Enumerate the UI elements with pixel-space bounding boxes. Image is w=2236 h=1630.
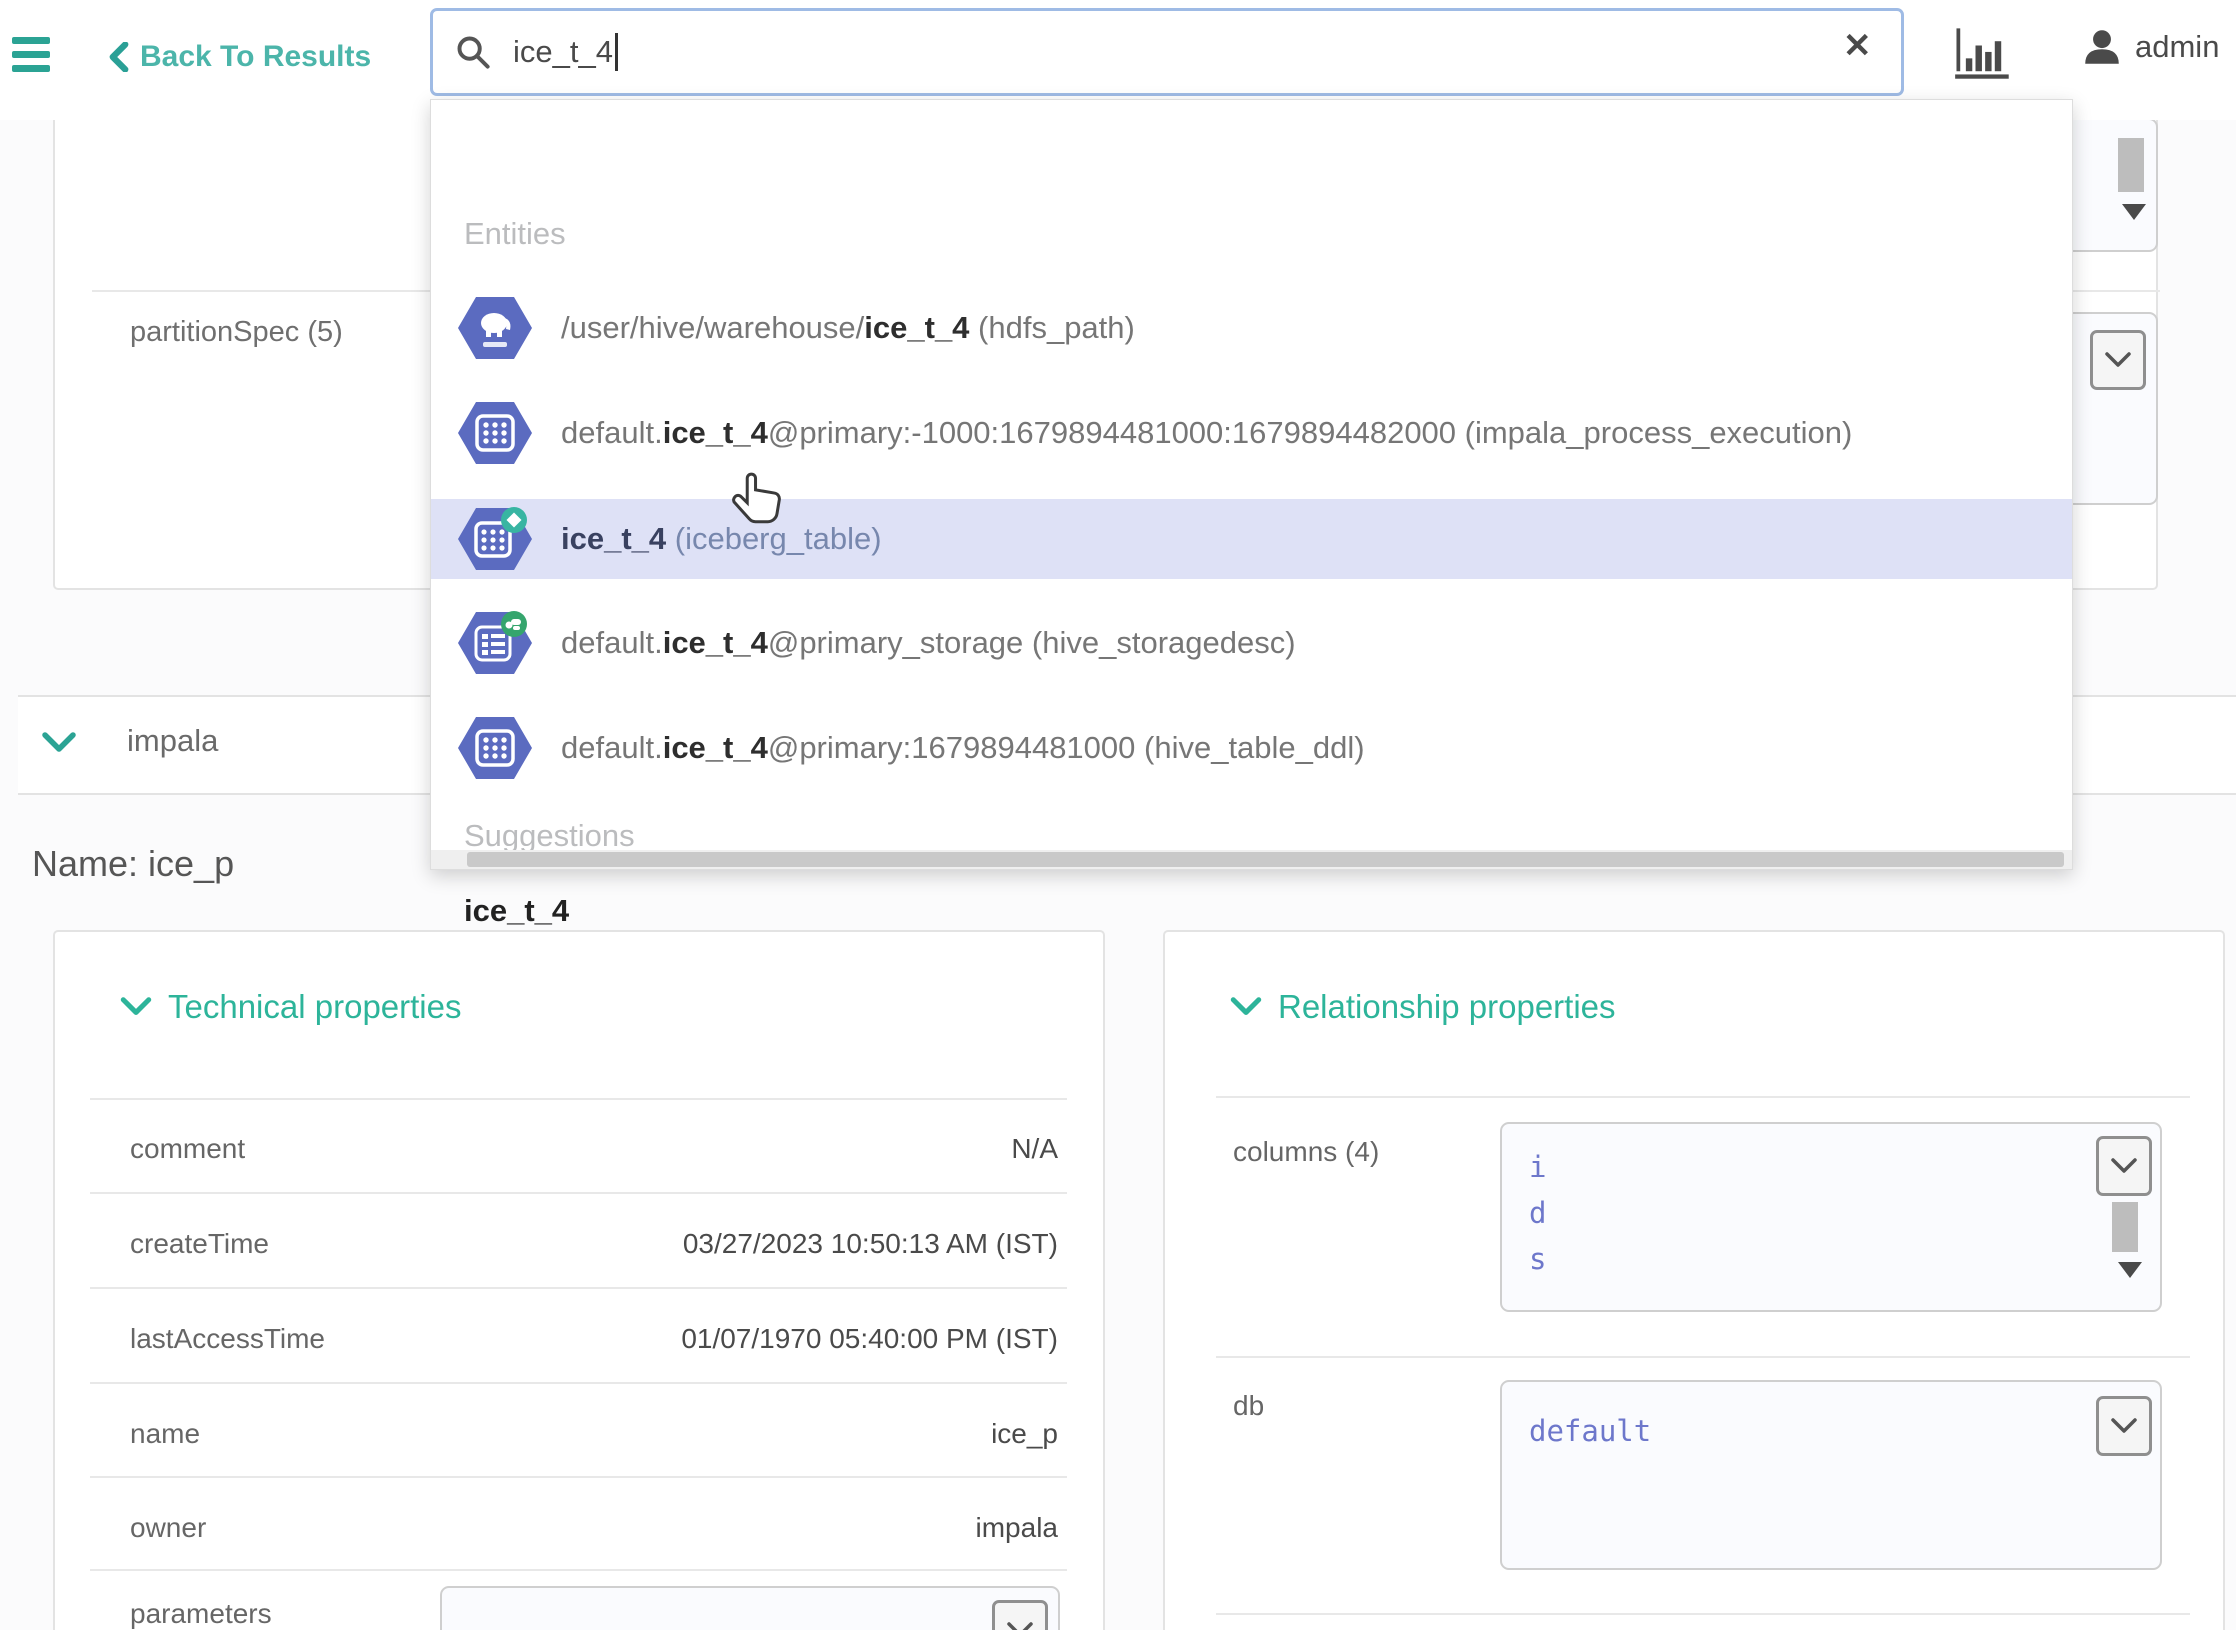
user-menu[interactable]: admin <box>2083 28 2219 66</box>
chevron-down-icon <box>1007 1622 1033 1630</box>
chevron-left-icon <box>108 42 130 72</box>
text-caret <box>615 33 618 71</box>
prop-value: impala <box>658 1512 1058 1544</box>
search-input[interactable]: ice_t_4 <box>430 8 1904 96</box>
table-entity-icon <box>456 399 534 467</box>
divider <box>1216 1356 2190 1358</box>
entity-result-hive-table-ddl[interactable]: default.ice_t_4@primary:1679894481000 (h… <box>431 708 2072 788</box>
divider <box>1216 1096 2190 1098</box>
entity-text-prefix: /user/hive/warehouse/ <box>561 310 864 345</box>
columns-label: columns (4) <box>1233 1136 1379 1168</box>
search-suggestions-dropdown: Entities /user/hive/warehouse/ice_t_4 (h… <box>430 99 2073 870</box>
chevron-down-icon <box>42 732 76 754</box>
technical-properties-header[interactable]: Technical properties <box>120 988 462 1026</box>
prop-label: name <box>130 1418 200 1450</box>
chevron-down-icon <box>120 997 152 1017</box>
scrollbar-thumb[interactable] <box>467 852 2064 867</box>
scroll-down-arrow[interactable] <box>2122 204 2146 220</box>
divider <box>90 1569 1067 1571</box>
horizontal-scrollbar[interactable] <box>431 850 2072 869</box>
entity-text-match: ice_t_4 <box>561 521 666 556</box>
db-value[interactable]: default <box>1529 1408 1651 1454</box>
divider <box>90 1192 1067 1194</box>
divider <box>90 1287 1067 1289</box>
scrollbar-thumb[interactable] <box>2112 1202 2138 1252</box>
prop-label: comment <box>130 1133 245 1165</box>
db-label: db <box>1233 1390 1264 1422</box>
impala-section-label: impala <box>127 723 218 759</box>
chevron-down-icon <box>2111 1158 2137 1174</box>
scrollbar-thumb[interactable] <box>2118 138 2144 192</box>
prop-label: owner <box>130 1512 206 1544</box>
entity-text-match: ice_t_4 <box>663 625 768 660</box>
relationship-properties-title: Relationship properties <box>1278 988 1616 1026</box>
hdfs-entity-icon <box>456 294 534 362</box>
expand-listbox-button[interactable] <box>2096 1136 2152 1196</box>
prop-value: ice_p <box>658 1418 1058 1450</box>
storagedesc-entity-icon <box>456 609 534 677</box>
prop-label: createTime <box>130 1228 269 1260</box>
entity-text-prefix: default. <box>561 730 663 765</box>
entity-text-suffix: @primary_storage (hive_storagedesc) <box>768 625 1296 660</box>
column-item[interactable]: i <box>1529 1144 1546 1190</box>
entity-text-prefix: default. <box>561 415 663 450</box>
entity-text-match: ice_t_4 <box>864 310 969 345</box>
username-label: admin <box>2135 29 2219 65</box>
divider <box>90 1382 1067 1384</box>
expand-listbox-button[interactable] <box>2090 330 2146 390</box>
technical-properties-title: Technical properties <box>168 988 462 1026</box>
entity-text-suffix: @primary:-1000:1679894481000:16798944820… <box>768 415 1853 450</box>
relationship-properties-header[interactable]: Relationship properties <box>1230 988 1616 1026</box>
entity-text-match: ice_t_4 <box>663 730 768 765</box>
suggestions-section-header: Suggestions <box>464 818 635 854</box>
db-listbox[interactable]: default <box>1500 1380 2162 1570</box>
search-icon <box>455 34 491 70</box>
partition-spec-label: partitionSpec (5) <box>130 316 343 349</box>
parameters-listbox[interactable] <box>440 1586 1060 1630</box>
back-to-results-link[interactable]: Back To Results <box>108 40 371 74</box>
table-entity-icon <box>456 714 534 782</box>
bar-chart-icon[interactable] <box>1953 26 2013 80</box>
iceberg-table-entity-icon <box>456 505 534 573</box>
search-value: ice_t_4 <box>513 34 613 70</box>
expand-listbox-button[interactable] <box>992 1600 1048 1630</box>
entity-result-hive-storagedesc[interactable]: default.ice_t_4@primary_storage (hive_st… <box>431 603 2072 683</box>
mouse-cursor-pointer <box>728 470 784 530</box>
divider <box>90 1476 1067 1478</box>
chevron-down-icon <box>2105 352 2131 368</box>
prop-value: N/A <box>658 1133 1058 1165</box>
data-catalog-page: partitionSpec (5) impala Name: ice_p Tec… <box>0 0 2236 1630</box>
expand-listbox-button[interactable] <box>2096 1396 2152 1456</box>
prop-label: parameters <box>130 1598 272 1630</box>
prop-label: lastAccessTime <box>130 1323 325 1355</box>
entity-text-prefix: default. <box>561 625 663 660</box>
suggestion-item[interactable]: ice_t_4 <box>464 893 569 929</box>
prop-value: 03/27/2023 10:50:13 AM (IST) <box>558 1228 1058 1260</box>
hamburger-menu-icon[interactable] <box>12 37 52 79</box>
chevron-down-icon <box>2111 1418 2137 1434</box>
prop-value: 01/07/1970 05:40:00 PM (IST) <box>558 1323 1058 1355</box>
entities-section-header: Entities <box>464 216 566 252</box>
chevron-down-icon <box>1230 997 1262 1017</box>
user-icon <box>2083 28 2121 66</box>
entity-text-match: ice_t_4 <box>663 415 768 450</box>
scroll-down-arrow[interactable] <box>2118 1262 2142 1278</box>
entity-text-suffix: (hdfs_path) <box>969 310 1134 345</box>
clear-search-button[interactable]: ✕ <box>1843 26 1872 66</box>
column-item[interactable]: s <box>1529 1236 1546 1282</box>
divider <box>1216 1613 2190 1615</box>
entity-result-hdfs-path[interactable]: /user/hive/warehouse/ice_t_4 (hdfs_path) <box>431 288 2072 368</box>
entity-result-impala-process-execution[interactable]: default.ice_t_4@primary:-1000:1679894481… <box>431 393 2072 473</box>
columns-listbox[interactable]: i d s <box>1500 1122 2162 1312</box>
divider <box>90 1098 1067 1100</box>
back-to-results-label: Back To Results <box>140 40 371 74</box>
entity-text-suffix: @primary:1679894481000 (hive_table_ddl) <box>768 730 1365 765</box>
column-item[interactable]: d <box>1529 1190 1546 1236</box>
entity-result-iceberg-table[interactable]: ice_t_4 (iceberg_table) <box>431 499 2072 579</box>
page-title: Name: ice_p <box>32 843 234 885</box>
